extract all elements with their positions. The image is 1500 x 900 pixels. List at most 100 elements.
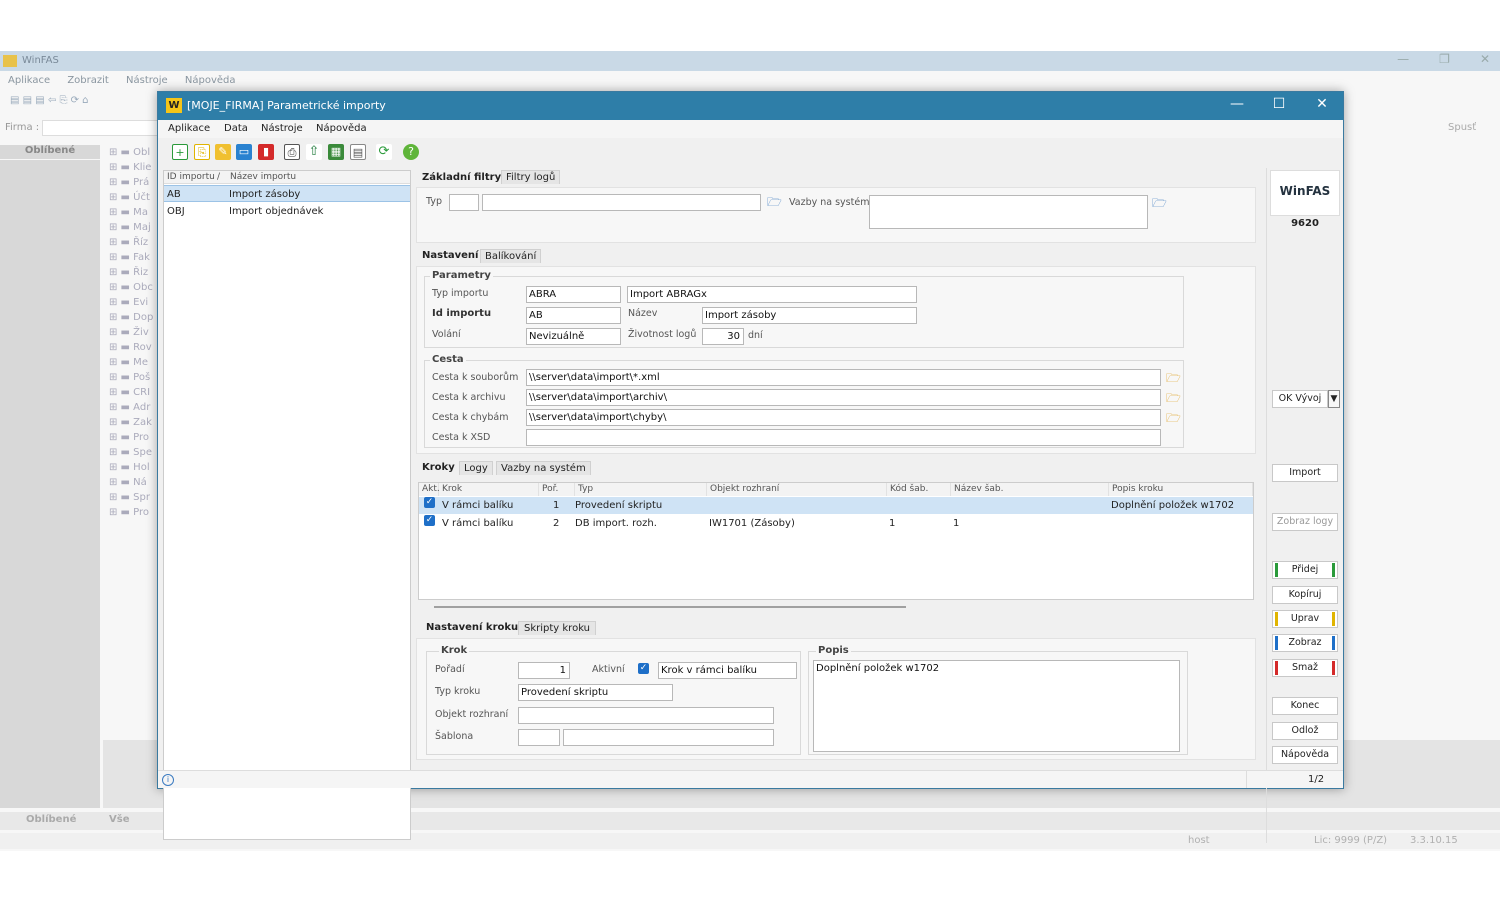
col-nazev-sab[interactable]: Název šab. — [951, 483, 1109, 496]
bg-menu-zobrazit[interactable]: Zobrazit — [67, 75, 109, 86]
bg-tree-item: ⊞ ▬ Klie — [109, 162, 152, 173]
zivotnost-input[interactable]: 30 — [702, 328, 744, 345]
menu-data[interactable]: Data — [224, 123, 248, 134]
aktivni-checkbox[interactable]: ✓ — [638, 663, 649, 675]
bg-tree-item: ⊞ ▬ Spe — [109, 447, 153, 458]
bg-firma-input[interactable] — [42, 120, 160, 136]
list-item[interactable]: OBJ Import objednávek — [164, 203, 410, 220]
krok-type-select[interactable]: Krok v rámci balíku — [658, 662, 797, 679]
list-item[interactable]: AB Import zásoby — [164, 185, 410, 202]
bg-tree-item: ⊞ ▬ Řiz — [109, 267, 149, 278]
col-kod-sab[interactable]: Kód šab. — [887, 483, 951, 496]
typ-code-input[interactable] — [449, 194, 479, 211]
bg-menu-aplikace[interactable]: Aplikace — [8, 75, 50, 86]
bg-close-icon[interactable]: ✕ — [1480, 52, 1490, 66]
volani-select[interactable]: Nevizuálně — [526, 328, 621, 345]
typ-name-input[interactable] — [482, 194, 761, 211]
cesta-archiv-input[interactable]: \\server\data\import\archiv\ — [526, 389, 1161, 406]
kopiruj-button[interactable]: Kopíruj — [1272, 586, 1338, 604]
zobraz-button[interactable]: Zobraz — [1272, 634, 1338, 652]
typ-importu-code-input[interactable]: ABRA — [526, 286, 621, 303]
typ-importu-name-input[interactable]: Import ABRAGx — [627, 286, 917, 303]
horizontal-scrollbar[interactable] — [434, 606, 906, 608]
tab-packaging[interactable]: Balíkování — [480, 249, 542, 263]
table-row[interactable]: ✓ V rámci balíku 1 Provedení skriptu Dop… — [419, 497, 1253, 514]
bg-spust-button[interactable]: Spusť — [1448, 122, 1476, 133]
bg-tab-favorites[interactable]: Oblíbené — [0, 145, 100, 159]
refresh-icon[interactable]: ⟳ — [376, 144, 392, 160]
bg-right-toolbar: Spusť — [1344, 118, 1500, 146]
info-icon[interactable]: i — [162, 774, 174, 786]
bg-restore-icon[interactable]: ❐ — [1439, 52, 1450, 66]
tab-vazby[interactable]: Vazby na systém — [496, 461, 591, 475]
konec-button[interactable]: Konec — [1272, 697, 1338, 715]
menu-aplikace[interactable]: Aplikace — [168, 123, 210, 134]
tab-settings[interactable]: Nastavení — [422, 250, 478, 261]
bg-left-panel — [0, 160, 100, 808]
folder-open-icon[interactable]: 🗁 — [767, 196, 782, 208]
add-icon[interactable]: + — [172, 144, 188, 160]
menu-napoveda[interactable]: Nápověda — [316, 123, 367, 134]
sablona-name-input[interactable] — [563, 729, 774, 746]
poradi-input[interactable]: 1 — [518, 662, 570, 679]
delete-icon[interactable]: ▮ — [258, 144, 274, 160]
folder-icon[interactable]: 🗁 — [1166, 392, 1181, 404]
bg-menu-napoveda[interactable]: Nápověda — [185, 75, 236, 86]
col-krok[interactable]: Krok — [439, 483, 539, 496]
ok-vyvoj-button[interactable]: OK Vývoj — [1272, 390, 1328, 408]
col-popis[interactable]: Popis kroku — [1109, 483, 1253, 496]
copy-icon[interactable]: ⎘ — [194, 144, 210, 160]
col-typ[interactable]: Typ — [575, 483, 707, 496]
col-akt[interactable]: Akt. — [419, 483, 440, 496]
folder-icon[interactable]: 🗁 — [1166, 412, 1181, 424]
tab-logy[interactable]: Logy — [459, 461, 493, 475]
popis-textarea[interactable]: Doplnění položek w1702 — [813, 660, 1180, 752]
col-poradi[interactable]: Poř. — [539, 483, 575, 496]
help-icon[interactable]: ? — [403, 144, 419, 160]
view-icon[interactable]: ▭ — [236, 144, 252, 160]
cesta-chyby-input[interactable]: \\server\data\import\chyby\ — [526, 409, 1161, 426]
zobraz-logy-button[interactable]: Zobraz logy — [1272, 513, 1338, 531]
tab-basic-filters[interactable]: Základní filtry — [422, 172, 501, 183]
bg-menu-nastroje[interactable]: Nástroje — [126, 75, 168, 86]
uprav-button[interactable]: Uprav — [1272, 610, 1338, 628]
tab-step-settings[interactable]: Nastavení kroku — [426, 622, 518, 633]
minimize-icon[interactable]: — — [1225, 96, 1249, 112]
table-row[interactable]: ✓ V rámci balíku 2 DB import. rozh. IW17… — [419, 515, 1253, 532]
tab-step-scripts[interactable]: Skripty kroku — [518, 621, 597, 635]
smaz-button[interactable]: Smaž — [1272, 659, 1338, 677]
tab-kroky[interactable]: Kroky — [422, 462, 455, 473]
folder-icon[interactable]: 🗁 — [1166, 372, 1181, 384]
report-icon[interactable]: ▤ — [350, 144, 366, 160]
import-button[interactable]: Import — [1272, 464, 1338, 482]
tab-log-filters[interactable]: Filtry logů — [501, 170, 561, 184]
export-icon[interactable]: ⇧ — [306, 144, 322, 160]
bg-bottom-tab-favorites[interactable]: Oblíbené — [26, 814, 76, 825]
cesta-soubory-input[interactable]: \\server\data\import\*.xml — [526, 369, 1161, 386]
cesta-xsd-input[interactable] — [526, 429, 1161, 446]
list-item-name: Import objednávek — [229, 206, 324, 217]
maximize-icon[interactable]: ☐ — [1267, 96, 1291, 112]
sablona-code-input[interactable] — [518, 729, 560, 746]
chevron-down-icon[interactable]: ▼ — [1328, 390, 1340, 408]
col-nazev-importu[interactable]: Název importu — [230, 172, 296, 182]
bg-bottom-tab-all[interactable]: Vše — [109, 814, 129, 825]
col-objekt[interactable]: Objekt rozhraní — [707, 483, 887, 496]
folder-open-icon[interactable]: 🗁 — [1152, 197, 1167, 209]
napoveda-button[interactable]: Nápověda — [1272, 746, 1338, 764]
objekt-rozhrani-input[interactable] — [518, 707, 774, 724]
col-id-importu[interactable]: ID importu — [167, 172, 215, 182]
grid-icon[interactable]: ▦ — [328, 144, 344, 160]
close-icon[interactable]: ✕ — [1310, 96, 1334, 112]
odloz-button[interactable]: Odlož — [1272, 722, 1338, 740]
typ-kroku-select[interactable]: Provedení skriptu — [518, 684, 673, 701]
vazby-input[interactable] — [869, 195, 1148, 229]
bg-minimize-icon[interactable]: — — [1397, 52, 1409, 66]
nazev-input[interactable]: Import zásoby — [702, 307, 917, 324]
menu-nastroje[interactable]: Nástroje — [261, 123, 303, 134]
edit-icon[interactable]: ✎ — [215, 144, 231, 160]
id-importu-input[interactable]: AB — [526, 307, 621, 324]
id-importu-label: Id importu — [432, 308, 492, 319]
pridej-button[interactable]: Přidej — [1272, 561, 1338, 579]
print-icon[interactable]: ⎙ — [284, 144, 300, 160]
